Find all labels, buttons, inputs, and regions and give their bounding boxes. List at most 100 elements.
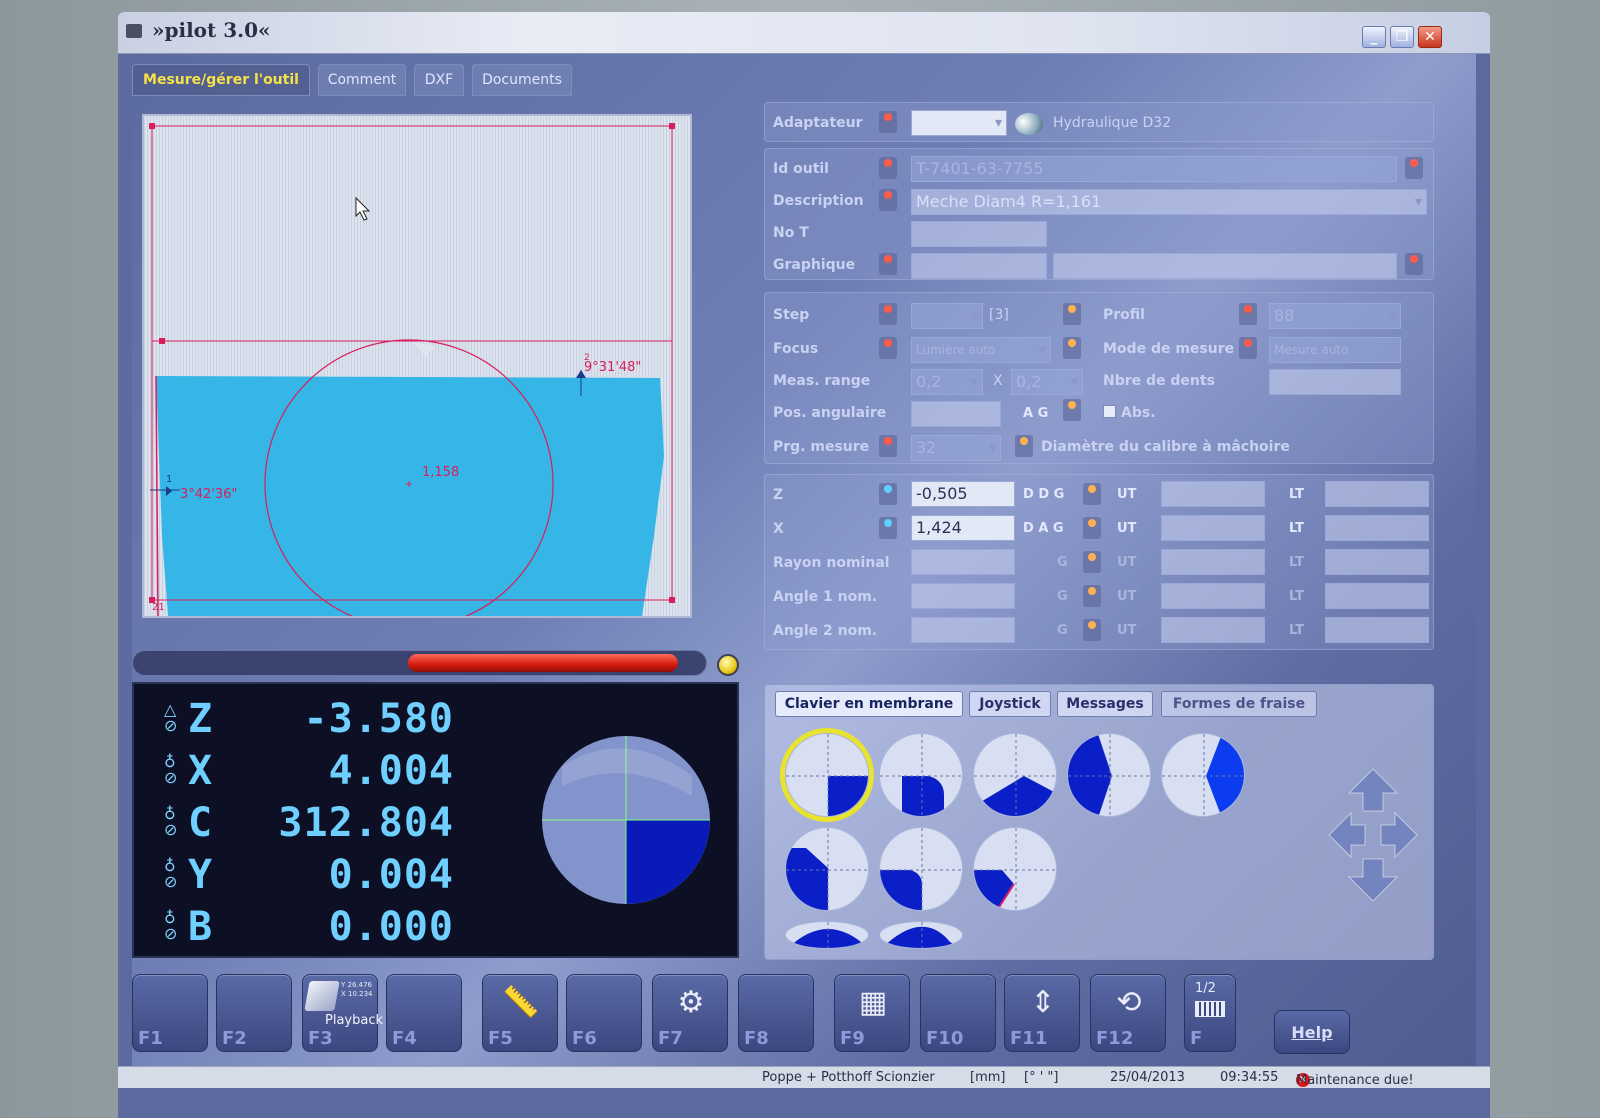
group-identity: Id outil T-7401-63-7755 Description Mech… (764, 148, 1434, 280)
tab-documents[interactable]: Documents (472, 64, 572, 96)
f-keyboard-button[interactable]: 1/2 F (1184, 974, 1236, 1052)
required-indicator (879, 111, 897, 133)
minimize-button[interactable]: _ (1362, 26, 1386, 48)
keyboard-icon (1195, 1001, 1225, 1017)
pos-angulaire-field[interactable] (911, 401, 1001, 427)
fkey-label: F3 (308, 1028, 333, 1049)
dro-row-z: △ ⊘ Z -3.580 (164, 696, 454, 742)
close-button[interactable]: ✕ (1418, 26, 1442, 48)
f10-button[interactable]: F10 (920, 974, 996, 1052)
dro-row-y: ♁ ⊘ Y 0.004 (164, 852, 454, 898)
abs-checkbox[interactable] (1103, 405, 1116, 418)
angle2-ut-field[interactable] (1161, 617, 1265, 643)
angle1-lt-field[interactable] (1325, 583, 1429, 609)
tab-joystick[interactable]: Joystick (969, 691, 1051, 717)
f1-button[interactable]: F1 (132, 974, 208, 1052)
fkey-label: F10 (926, 1028, 964, 1049)
shape-chamfer[interactable] (973, 733, 1057, 817)
z-field[interactable]: -0,505 (911, 481, 1015, 507)
rayon-ut-field[interactable] (1161, 549, 1265, 575)
tab-comment[interactable]: Comment (318, 64, 406, 96)
status-indicator (1083, 585, 1101, 607)
step-select[interactable] (911, 303, 983, 329)
tab-formes[interactable]: Formes de fraise (1161, 691, 1317, 717)
x-field[interactable]: 1,424 (911, 515, 1015, 541)
tab-clavier[interactable]: Clavier en membrane (775, 691, 963, 717)
group-adapter: Adaptateur Hydraulique D32 (764, 102, 1434, 142)
status-indicator (879, 517, 897, 539)
tab-mesure[interactable]: Mesure/gérer l'outil (132, 64, 310, 96)
shape-half-bottom-2[interactable] (879, 921, 963, 949)
tool-form: Adaptateur Hydraulique D32 Id outil T-74… (764, 98, 1434, 708)
profil-select[interactable]: 88 (1269, 303, 1401, 329)
f3-playback-button[interactable]: Y 26.476 X 10.234 Playback F3 (302, 974, 383, 1052)
graphique-field-2[interactable] (1053, 253, 1397, 279)
rayon-field[interactable] (911, 549, 1015, 575)
meas-range-select-1[interactable]: 0,2 (911, 369, 983, 395)
angle1-field[interactable] (911, 583, 1015, 609)
rayon-lt-field[interactable] (1325, 549, 1429, 575)
shape-angle-cut[interactable] (973, 827, 1057, 911)
focus-select[interactable]: Lumière auto (911, 337, 1051, 363)
tab-messages[interactable]: Messages (1057, 691, 1153, 717)
angle2-lt-field[interactable] (1325, 617, 1429, 643)
f5-caliper-button[interactable]: 📏 F5 (482, 974, 558, 1052)
fkey-label: F12 (1096, 1028, 1134, 1049)
f7-tool-button[interactable]: ⚙ F7 (652, 974, 728, 1052)
graphique-field[interactable] (911, 253, 1047, 279)
status-date: 25/04/2013 (1110, 1070, 1185, 1085)
step-label: Step (773, 307, 810, 323)
marker-2: 2 (584, 353, 590, 363)
shape-radius-corner[interactable] (879, 733, 963, 817)
shape-point-right[interactable] (1161, 733, 1245, 817)
f8-button[interactable]: F8 (738, 974, 814, 1052)
status-angle-unit: [° ' "] (1024, 1070, 1059, 1085)
angle1-ut-field[interactable] (1161, 583, 1265, 609)
id-outil-label: Id outil (773, 161, 829, 177)
required-indicator (879, 303, 897, 325)
direction-pad-icon[interactable] (1325, 765, 1421, 905)
x-ut-field[interactable] (1161, 515, 1265, 541)
fkey-label: F7 (658, 1028, 683, 1049)
z-ut-field[interactable] (1161, 481, 1265, 507)
f2-button[interactable]: F2 (216, 974, 292, 1052)
shape-point-left[interactable] (1067, 733, 1151, 817)
measurement-viewport[interactable]: 1,158 9°31'48" 2 3°42'36" 1 21 (142, 114, 692, 629)
axis-readout: △ ⊘ Z -3.580 ♁ ⊘ X 4.004 ♁ ⊘ C 312.804 ♁ ⊘ Y… (132, 682, 739, 958)
no-t-field[interactable] (911, 221, 1047, 247)
f4-button[interactable]: F4 (386, 974, 462, 1052)
x-lt-field[interactable] (1325, 515, 1429, 541)
mode-mesure-label: Mode de mesure (1103, 341, 1235, 357)
shape-radius-left[interactable] (879, 827, 963, 911)
mode-mesure-select[interactable]: Mesure auto (1269, 337, 1401, 363)
z-lt-field[interactable] (1325, 481, 1429, 507)
angle2-field[interactable] (911, 617, 1015, 643)
quadrant-indicator (542, 736, 710, 904)
ut-label: UT (1117, 623, 1137, 638)
status-indicator (1083, 619, 1101, 641)
tab-dxf[interactable]: DXF (414, 64, 464, 96)
description-select[interactable]: Meche Diam4 R=1,161 (911, 189, 1427, 215)
z-code: D D G (1023, 487, 1065, 502)
shape-chamfer-left[interactable] (785, 827, 869, 911)
prg-mesure-select[interactable]: 32 (911, 435, 1001, 461)
help-button[interactable]: Help (1274, 1010, 1350, 1054)
fkey-label: F5 (488, 1028, 513, 1049)
maximize-button[interactable]: ❐ (1390, 26, 1414, 48)
id-outil-field[interactable]: T-7401-63-7755 (911, 156, 1397, 182)
nbre-dents-field[interactable] (1269, 369, 1401, 395)
f12-rotate-button[interactable]: ⟲ F12 (1090, 974, 1166, 1052)
axis-label: X (188, 748, 214, 794)
lt-label: LT (1289, 623, 1304, 638)
status-bar: Poppe + Potthoff Scionzier [mm] [° ' "] … (118, 1066, 1490, 1088)
f6-button[interactable]: F6 (566, 974, 642, 1052)
meas-range-select-2[interactable]: 0,2 (1011, 369, 1083, 395)
f9-list-button[interactable]: ▦ F9 (834, 974, 910, 1052)
adaptateur-select[interactable] (911, 110, 1007, 136)
fkey-label: F (1190, 1028, 1203, 1049)
page-indicator: 1/2 (1195, 981, 1216, 996)
f11-axis-button[interactable]: ⇕ F11 (1004, 974, 1080, 1052)
shape-corner-bottom-right[interactable] (785, 733, 869, 817)
shape-half-bottom[interactable] (785, 921, 869, 949)
x-label: X (773, 521, 784, 537)
